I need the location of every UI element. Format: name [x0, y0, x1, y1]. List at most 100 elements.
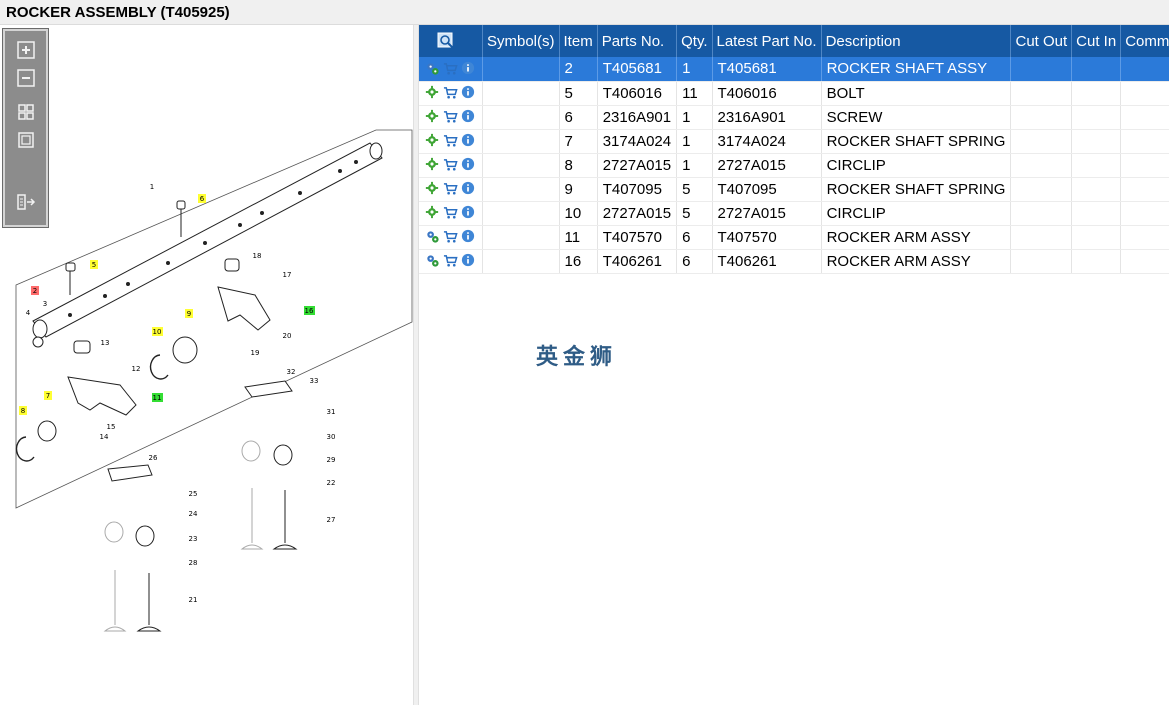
- symbols-cell: [482, 153, 560, 178]
- callout-label[interactable]: 20: [283, 332, 292, 340]
- add-to-cart-icon[interactable]: [443, 229, 459, 245]
- column-header-comment[interactable]: Comment: [1120, 25, 1169, 57]
- zoom-in-icon[interactable]: [15, 39, 37, 61]
- callout-label[interactable]: 17: [283, 271, 292, 279]
- callout-label[interactable]: 2: [33, 287, 37, 295]
- callout-label[interactable]: 16: [305, 307, 314, 315]
- column-header-latest-part-no[interactable]: Latest Part No.: [712, 25, 822, 57]
- table-row[interactable]: 11 T407570 6 T407570 ROCKER ARM ASSY: [419, 225, 1169, 250]
- callout-label[interactable]: 30: [327, 433, 336, 441]
- callout-label[interactable]: 3: [43, 300, 47, 308]
- callout-label[interactable]: 6: [200, 195, 205, 203]
- part-gear-icon[interactable]: [425, 181, 441, 197]
- callout-label[interactable]: 25: [189, 490, 198, 498]
- callout-label[interactable]: 4: [26, 309, 31, 317]
- info-icon[interactable]: [461, 229, 477, 245]
- fit-all-icon[interactable]: [15, 101, 37, 123]
- info-icon[interactable]: [461, 109, 477, 125]
- callout-label[interactable]: 19: [251, 349, 260, 357]
- add-to-cart-icon[interactable]: [443, 253, 459, 269]
- table-row[interactable]: 9 T407095 5 T407095 ROCKER SHAFT SPRING: [419, 177, 1169, 202]
- part-gear-icon[interactable]: [425, 85, 441, 101]
- column-header-cut-out[interactable]: Cut Out: [1010, 25, 1073, 57]
- add-to-cart-icon[interactable]: [443, 61, 459, 77]
- callout-label[interactable]: 1: [150, 183, 154, 191]
- export-icon[interactable]: [15, 191, 37, 213]
- add-to-cart-icon[interactable]: [443, 205, 459, 221]
- table-row[interactable]: 16 T406261 6 T406261 ROCKER ARM ASSY: [419, 249, 1169, 274]
- item-cell: 11: [559, 225, 598, 250]
- callout-label[interactable]: 22: [327, 479, 336, 487]
- info-icon[interactable]: [461, 133, 477, 149]
- description-cell: BOLT: [821, 81, 1012, 106]
- column-header-parts-no[interactable]: Parts No.: [597, 25, 678, 57]
- parts-no-cell: 2727A015: [597, 153, 678, 178]
- callout-label[interactable]: 18: [253, 252, 262, 260]
- part-gear-icon[interactable]: [425, 157, 441, 173]
- table-row[interactable]: 6 2316A901 1 2316A901 SCREW: [419, 105, 1169, 130]
- zoom-out-icon[interactable]: [15, 67, 37, 89]
- symbols-cell: [482, 225, 560, 250]
- column-header-cut-in[interactable]: Cut In: [1071, 25, 1122, 57]
- table-row[interactable]: 5 T406016 11 T406016 BOLT: [419, 81, 1169, 106]
- info-icon[interactable]: [461, 61, 477, 77]
- header-icon-column[interactable]: [419, 25, 483, 57]
- column-header-description[interactable]: Description: [821, 25, 1012, 57]
- column-header-item[interactable]: Item: [559, 25, 598, 57]
- add-to-cart-icon[interactable]: [443, 109, 459, 125]
- callout-label[interactable]: 10: [153, 328, 162, 336]
- callout-label[interactable]: 26: [149, 454, 158, 462]
- callout-label[interactable]: 32: [287, 368, 296, 376]
- part-gear-icon[interactable]: [425, 205, 441, 221]
- assembly-gears-icon[interactable]: [425, 61, 441, 77]
- callout-label[interactable]: 9: [187, 310, 191, 318]
- table-row[interactable]: 2 T405681 1 T405681 ROCKER SHAFT ASSY: [419, 57, 1169, 82]
- callout-label[interactable]: 8: [21, 407, 25, 415]
- table-row[interactable]: 10 2727A015 5 2727A015 CIRCLIP: [419, 201, 1169, 226]
- callout-label[interactable]: 11: [153, 394, 162, 402]
- callout-label[interactable]: 15: [107, 423, 116, 431]
- exploded-diagram-pane[interactable]: 1 2 3 4 5 6 7 8 9 10 11 12 13 14 15 16 1…: [0, 25, 413, 705]
- assembly-gears-icon[interactable]: [425, 229, 441, 245]
- callout-label[interactable]: 21: [189, 596, 198, 604]
- cut-in-cell: [1071, 225, 1122, 250]
- table-row[interactable]: 7 3174A024 1 3174A024 ROCKER SHAFT SPRING: [419, 129, 1169, 154]
- info-icon[interactable]: [461, 181, 477, 197]
- add-to-cart-icon[interactable]: [443, 133, 459, 149]
- callout-label[interactable]: 31: [327, 408, 336, 416]
- column-header-qty[interactable]: Qty.: [676, 25, 713, 57]
- callout-label[interactable]: 12: [132, 365, 141, 373]
- part-gear-icon[interactable]: [425, 133, 441, 149]
- description-cell: ROCKER SHAFT SPRING: [821, 129, 1012, 154]
- callout-label[interactable]: 29: [327, 456, 336, 464]
- exploded-diagram[interactable]: 1 2 3 4 5 6 7 8 9 10 11 12 13 14 15 16 1…: [0, 25, 413, 705]
- add-to-cart-icon[interactable]: [443, 157, 459, 173]
- callout-label[interactable]: 24: [189, 510, 198, 518]
- parts-no-cell: 3174A024: [597, 129, 678, 154]
- callout-label[interactable]: 27: [327, 516, 336, 524]
- search-diagram-icon[interactable]: [437, 32, 455, 50]
- callout-label[interactable]: 14: [100, 433, 109, 441]
- callout-label[interactable]: 23: [189, 535, 198, 543]
- part-gear-icon[interactable]: [425, 109, 441, 125]
- item-cell: 8: [559, 153, 598, 178]
- assembly-gears-icon[interactable]: [425, 253, 441, 269]
- info-icon[interactable]: [461, 157, 477, 173]
- info-icon[interactable]: [461, 205, 477, 221]
- table-row[interactable]: 8 2727A015 1 2727A015 CIRCLIP: [419, 153, 1169, 178]
- add-to-cart-icon[interactable]: [443, 181, 459, 197]
- qty-cell: 11: [676, 81, 713, 106]
- callout-label[interactable]: 28: [189, 559, 198, 567]
- callout-label[interactable]: 13: [101, 339, 110, 347]
- callout-label[interactable]: 7: [46, 392, 50, 400]
- description-cell: ROCKER SHAFT SPRING: [821, 177, 1012, 202]
- fit-window-icon[interactable]: [15, 129, 37, 151]
- callout-label[interactable]: 33: [310, 377, 319, 385]
- column-header-symbols[interactable]: Symbol(s): [482, 25, 560, 57]
- add-to-cart-icon[interactable]: [443, 85, 459, 101]
- callout-label[interactable]: 5: [92, 261, 96, 269]
- info-icon[interactable]: [461, 85, 477, 101]
- comment-cell: [1120, 81, 1169, 106]
- symbols-cell: [482, 57, 560, 82]
- info-icon[interactable]: [461, 253, 477, 269]
